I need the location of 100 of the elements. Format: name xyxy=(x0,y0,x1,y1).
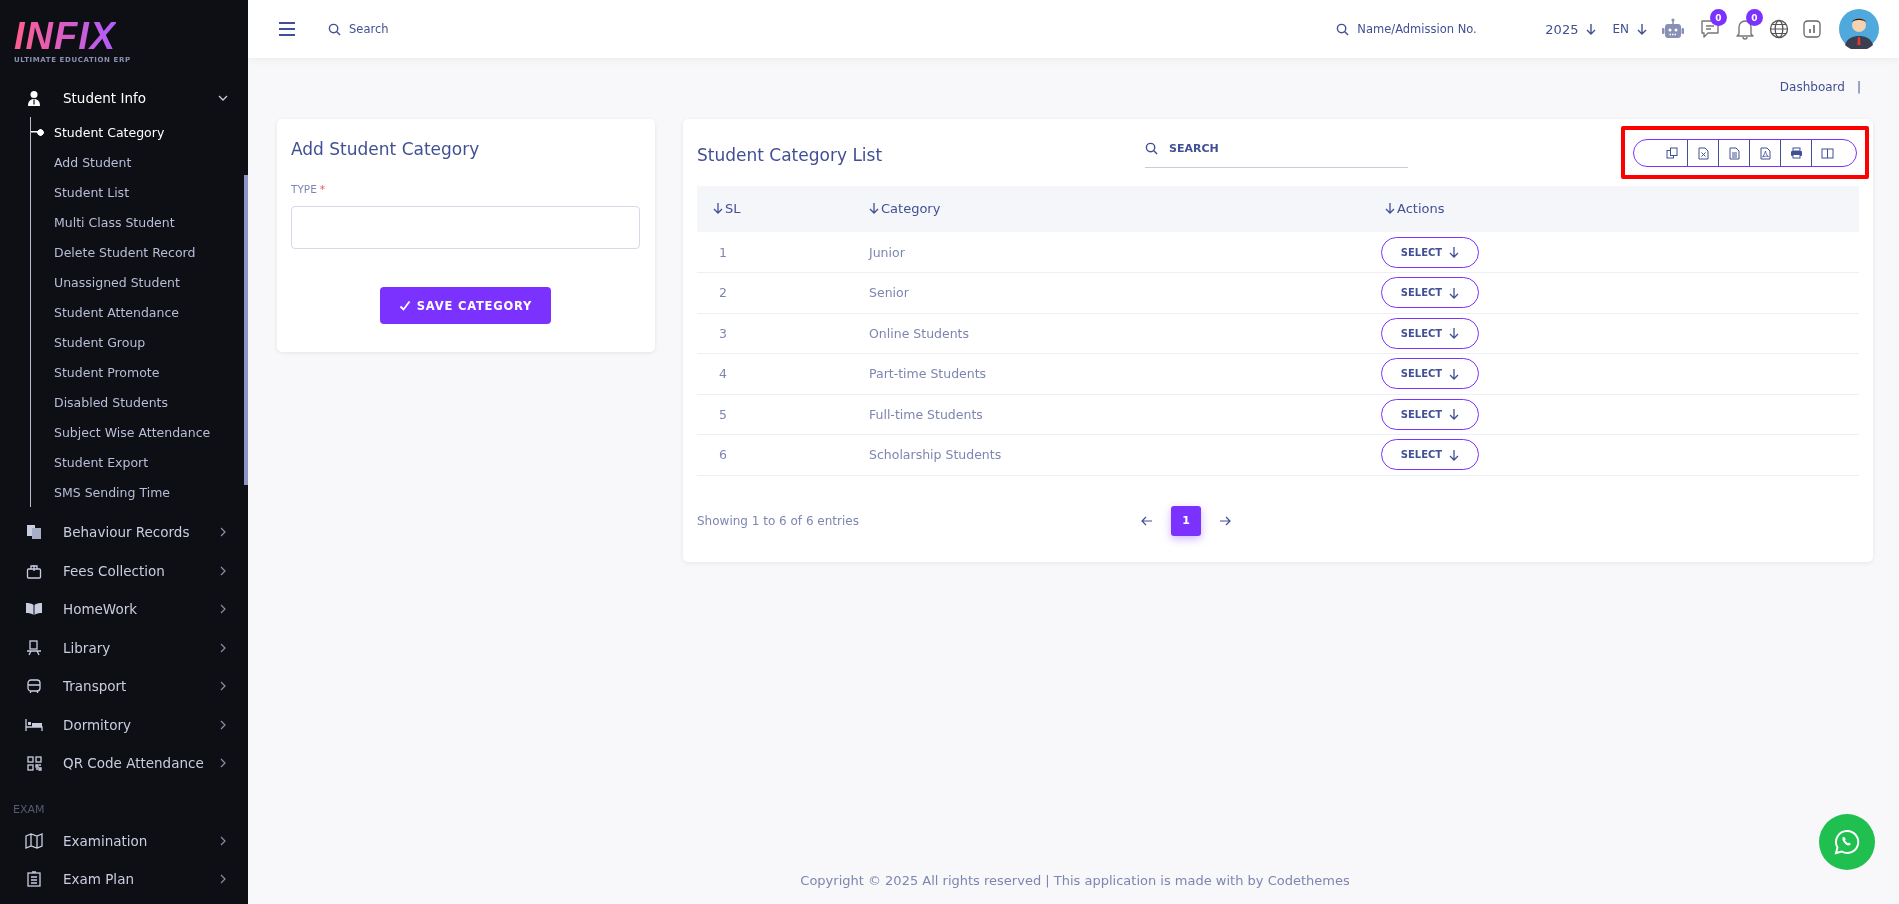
bed-icon xyxy=(25,717,43,732)
qr-code-icon xyxy=(25,755,43,771)
robot-icon[interactable] xyxy=(1661,18,1685,40)
language-dropdown[interactable]: EN xyxy=(1612,22,1647,36)
bag-icon xyxy=(25,562,43,579)
field-label: TYPE xyxy=(291,183,317,195)
menu-item[interactable]: Fees Collection xyxy=(0,551,236,590)
document-icon xyxy=(1728,146,1740,160)
table-search-field[interactable]: SEARCH xyxy=(1167,140,1408,156)
select-dropdown-button[interactable]: SELECT xyxy=(1381,317,1479,349)
copyright-text: Copyright © 2025 All rights reserved | This application is made with by Codethemes xyxy=(800,872,1350,888)
arrow-left-icon xyxy=(1141,515,1153,526)
menu-item[interactable]: Examination xyxy=(0,821,236,860)
save-category-button[interactable]: SAVE CATEGORY xyxy=(379,287,552,324)
menu-item[interactable]: Transport xyxy=(0,667,236,706)
menu-item[interactable]: Dormitory xyxy=(0,705,236,744)
submenu-item[interactable]: Student Attendance xyxy=(54,304,179,320)
menu-item[interactable]: Exam Plan xyxy=(0,860,236,899)
menu-icon[interactable] xyxy=(278,22,296,36)
printer-icon xyxy=(1789,147,1803,159)
arrow-right-icon xyxy=(1219,515,1231,526)
arrow-down-icon xyxy=(1449,408,1460,421)
submenu-item[interactable]: Student Category xyxy=(54,124,165,140)
year-dropdown[interactable]: 2025 xyxy=(1545,21,1597,37)
book-icon xyxy=(25,602,43,617)
globe-icon[interactable] xyxy=(1769,19,1789,39)
table-cell: 2 xyxy=(719,285,727,301)
table-cell: Scholarship Students xyxy=(869,447,1002,463)
search-icon xyxy=(328,22,341,36)
arrow-down-icon xyxy=(1449,286,1460,299)
submenu-item[interactable]: Delete Student Record xyxy=(54,244,196,260)
section-heading: EXAM xyxy=(12,801,46,818)
type-input-field[interactable] xyxy=(291,206,640,249)
table-cell: Online Students xyxy=(869,325,969,341)
select-dropdown-button[interactable]: SELECT xyxy=(1381,277,1479,309)
phone-bubble-icon xyxy=(1834,829,1860,855)
reader-icon xyxy=(25,639,43,656)
submenu-item[interactable]: Student Group xyxy=(54,334,146,350)
table-cell: 6 xyxy=(719,447,727,463)
table-cell: Full-time Students xyxy=(869,406,983,422)
menu-item[interactable]: QR Code Attendance xyxy=(0,744,236,783)
menu-item[interactable]: HomeWork xyxy=(0,590,236,629)
submenu-item[interactable]: Disabled Students xyxy=(54,394,168,410)
map-icon xyxy=(25,832,43,849)
table-cell: Senior xyxy=(869,285,909,301)
table-cell: Part-time Students xyxy=(869,366,987,382)
submenu-item[interactable]: Student Promote xyxy=(54,364,160,380)
arrow-down-icon xyxy=(1449,246,1460,258)
avatar[interactable] xyxy=(1839,9,1879,49)
select-dropdown-button[interactable]: SELECT xyxy=(1381,398,1479,430)
active-marker xyxy=(31,128,44,136)
table-cell: 1 xyxy=(719,244,727,260)
clipboard-icon xyxy=(25,871,43,888)
table-cell: Junior xyxy=(869,244,905,260)
menu-item[interactable]: Behaviour Records xyxy=(0,513,236,552)
submenu-item[interactable]: Unassigned Student xyxy=(54,274,180,290)
student-search-field[interactable]: Name/Admission No. xyxy=(1355,21,1496,37)
search-field[interactable]: Search xyxy=(347,21,427,37)
column-header[interactable]: SL xyxy=(725,200,741,216)
select-dropdown-button[interactable]: SELECT xyxy=(1381,236,1479,268)
sort-arrow-icon[interactable] xyxy=(1385,202,1395,215)
submenu-item[interactable]: Student Export xyxy=(54,454,149,470)
sort-arrow-icon[interactable] xyxy=(869,202,879,215)
chart-icon[interactable] xyxy=(1803,20,1821,38)
menu-item[interactable]: Library xyxy=(0,628,236,667)
documents-icon xyxy=(25,524,43,541)
table-cell: 5 xyxy=(719,406,727,422)
menu-item[interactable]: Student Info xyxy=(0,79,236,117)
pdf-file-icon xyxy=(1759,146,1771,160)
submenu-item[interactable]: Add Student xyxy=(54,154,132,170)
submenu-item[interactable]: Multi Class Student xyxy=(54,214,175,230)
submenu-item[interactable]: Subject Wise Attendance xyxy=(54,424,211,440)
submenu-item[interactable]: Student List xyxy=(54,184,130,200)
sort-arrow-icon[interactable] xyxy=(713,202,723,215)
select-dropdown-button[interactable]: SELECT xyxy=(1381,439,1479,471)
arrow-down-icon xyxy=(1586,23,1597,35)
checkmark-icon xyxy=(398,299,411,312)
table-cell: 3 xyxy=(719,325,727,341)
select-dropdown-button[interactable]: SELECT xyxy=(1381,358,1479,390)
required-mark: * xyxy=(319,183,326,195)
search-icon xyxy=(1145,141,1158,155)
arrow-down-icon xyxy=(1449,327,1460,340)
column-header[interactable]: Category xyxy=(881,200,941,216)
page-button[interactable]: 1 xyxy=(1171,505,1201,536)
card-title: Add Student Category xyxy=(291,139,481,159)
breadcrumb-link[interactable]: Dashboard xyxy=(1779,80,1845,94)
entries-info: Showing 1 to 6 of 6 entries xyxy=(697,513,860,528)
spreadsheet-file-icon xyxy=(1697,146,1709,160)
card-title: Student Category List xyxy=(697,144,884,165)
arrow-down-icon xyxy=(1449,367,1460,380)
person-icon xyxy=(25,90,43,106)
arrow-down-icon xyxy=(1449,448,1460,461)
notification-count-badge: 0 xyxy=(1746,9,1763,26)
column-header[interactable]: Actions xyxy=(1397,200,1445,216)
chat-count-badge: 0 xyxy=(1710,9,1727,26)
bus-icon xyxy=(25,678,43,695)
copy-icon xyxy=(1665,147,1678,159)
scrollbar-thumb[interactable] xyxy=(244,175,248,485)
submenu-item[interactable]: SMS Sending Time xyxy=(54,484,170,500)
search-icon xyxy=(1336,22,1350,36)
